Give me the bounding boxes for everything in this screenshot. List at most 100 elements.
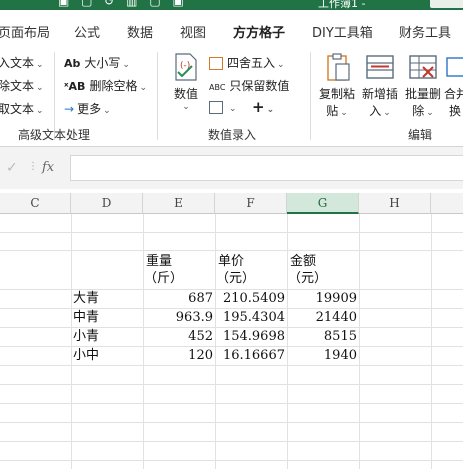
- tab-page-layout[interactable]: 页面布局: [0, 22, 50, 41]
- tab-finance-tools[interactable]: 财务工具: [399, 22, 451, 41]
- cell-weight[interactable]: 963.9: [143, 310, 213, 326]
- search-box[interactable]: [430, 0, 463, 8]
- tab-formulas[interactable]: 公式: [74, 22, 100, 41]
- cell-name[interactable]: 小中: [73, 348, 99, 364]
- title-bar: ▣ ▢ ↺ ▥ ▢ ▣ 工作簿1 -: [0, 0, 463, 10]
- quick-access-icons[interactable]: ▣ ▢ ↺ ▥ ▢ ▣: [58, 0, 188, 8]
- ribbon: 入文本 ⌄ 除文本 ⌄ 取文本 ⌄ Ab 大小写 ⌄ ˣAB 删除空格 ⌄ → 更多 ⌄ 高级文本…: [0, 46, 463, 147]
- insert-rows-icon: [366, 55, 394, 79]
- chevron-down-icon: ⌄: [36, 106, 44, 116]
- merge-button[interactable]: 合并 换: [444, 52, 463, 119]
- gridline: [0, 289, 463, 290]
- value-group-label: 数值录入: [208, 128, 257, 142]
- more-button[interactable]: → 更多 ⌄: [64, 100, 111, 117]
- extract-text-button[interactable]: 取文本 ⌄: [0, 100, 44, 117]
- column-header-c[interactable]: C: [0, 193, 71, 214]
- cell-name[interactable]: 小青: [73, 329, 99, 345]
- copy-paste-button[interactable]: 复制粘 贴 ⌄: [316, 52, 358, 119]
- chevron-down-icon: ⌄: [139, 83, 147, 93]
- delete-spaces-icon: ˣAB: [64, 80, 86, 93]
- ribbon-tabs: 页面布局 公式 数据 视图 方方格子 DIY工具箱 财务工具: [0, 10, 463, 55]
- gridline: [0, 422, 463, 423]
- cell-price[interactable]: 210.5409: [215, 291, 285, 307]
- chevron-down-icon: ⌄: [182, 102, 190, 112]
- gridline: [0, 346, 463, 347]
- window-title: 工作簿1 -: [318, 0, 366, 10]
- round-icon: [209, 57, 223, 70]
- chevron-down-icon: ⌄: [103, 106, 111, 116]
- gridline: [71, 214, 72, 469]
- value-extra-button[interactable]: ⌄: [209, 100, 237, 114]
- add-icon[interactable]: + ⌄: [252, 98, 274, 116]
- insert-function-icon[interactable]: fx: [42, 160, 54, 175]
- chevron-down-icon: ⌄: [122, 60, 130, 70]
- value-button[interactable]: (-) 数值 ⌄: [168, 52, 204, 112]
- gridline: [0, 327, 463, 328]
- header-price[interactable]: 单价: [218, 254, 244, 270]
- merge-icon: [446, 57, 463, 77]
- cell-amount[interactable]: 19909: [287, 291, 357, 307]
- more-dots-icon[interactable]: ⋮: [28, 161, 38, 172]
- insert-text-button[interactable]: 入文本 ⌄: [0, 54, 44, 71]
- clipboard-icon: [327, 53, 350, 81]
- cell-weight[interactable]: 120: [143, 348, 213, 364]
- edit-cell-icon: [209, 101, 223, 114]
- cell-price[interactable]: 16.16667: [215, 348, 285, 364]
- column-header-g[interactable]: G: [287, 193, 359, 214]
- round-button[interactable]: 四舍五入 ⌄: [209, 54, 285, 71]
- delete-spaces-button[interactable]: ˣAB 删除空格 ⌄: [64, 77, 147, 94]
- cell-weight[interactable]: 687: [143, 291, 213, 307]
- gridline: [431, 214, 432, 469]
- cell-price[interactable]: 154.9698: [215, 329, 285, 345]
- gridline: [0, 403, 463, 404]
- gridline: [0, 365, 463, 366]
- tab-view[interactable]: 视图: [180, 22, 206, 41]
- header-weight[interactable]: 重量: [146, 254, 172, 270]
- cell-amount[interactable]: 8515: [287, 329, 357, 345]
- header-price-unit[interactable]: （元）: [216, 271, 255, 287]
- gridline: [0, 308, 463, 309]
- keep-value-button[interactable]: ABC 只保留数值: [209, 77, 289, 94]
- gridline: [0, 384, 463, 385]
- insert-button[interactable]: 新增插 入 ⌄: [359, 52, 401, 119]
- chevron-down-icon: ⌄: [383, 108, 391, 118]
- column-header-e[interactable]: E: [143, 193, 215, 214]
- gridline: [0, 250, 463, 251]
- cell-amount[interactable]: 21440: [287, 310, 357, 326]
- chevron-down-icon: ⌄: [36, 60, 44, 70]
- tab-diy-toolbox[interactable]: DIY工具箱: [312, 22, 373, 41]
- column-header-d[interactable]: D: [71, 193, 143, 214]
- gridline: [0, 441, 463, 442]
- abc-icon: ABC: [209, 83, 226, 92]
- case-button[interactable]: Ab 大小写 ⌄: [64, 54, 130, 71]
- edit-group-label: 编辑: [408, 128, 433, 142]
- cell-weight[interactable]: 452: [143, 329, 213, 345]
- gridline: [359, 214, 360, 469]
- cell-name[interactable]: 中青: [73, 310, 99, 326]
- header-weight-unit[interactable]: （斤）: [144, 271, 183, 287]
- value-icon: (-): [175, 53, 197, 81]
- cell-price[interactable]: 195.4304: [215, 310, 285, 326]
- remove-text-button[interactable]: 除文本 ⌄: [0, 77, 44, 94]
- tab-fangfang[interactable]: 方方格子: [233, 22, 285, 41]
- batch-delete-button[interactable]: 批量删 除 ⌄: [402, 52, 444, 119]
- cell-amount[interactable]: 1940: [287, 348, 357, 364]
- cell-name[interactable]: 大青: [73, 291, 99, 307]
- tab-data[interactable]: 数据: [127, 22, 153, 41]
- header-amount-unit[interactable]: （元）: [288, 271, 327, 287]
- column-header-h[interactable]: H: [359, 193, 431, 214]
- enter-check-icon[interactable]: ✓: [6, 160, 18, 176]
- header-amount[interactable]: 金额: [290, 254, 316, 270]
- group-separator: [310, 52, 311, 140]
- chevron-down-icon: ⌄: [340, 108, 348, 118]
- column-header-i[interactable]: [431, 193, 463, 214]
- column-header-f[interactable]: F: [215, 193, 287, 214]
- formula-input[interactable]: [70, 155, 463, 181]
- chevron-down-icon: ⌄: [266, 105, 275, 115]
- text-group-label: 高级文本处理: [18, 128, 91, 142]
- group-separator: [157, 52, 158, 140]
- gridline: [0, 232, 463, 233]
- chevron-down-icon: ⌄: [229, 104, 237, 114]
- chevron-down-icon: ⌄: [36, 83, 44, 93]
- worksheet-grid[interactable]: C D E F G H 重量 （斤） 单价 （元） 金额 （元） 大青 687 …: [0, 193, 463, 469]
